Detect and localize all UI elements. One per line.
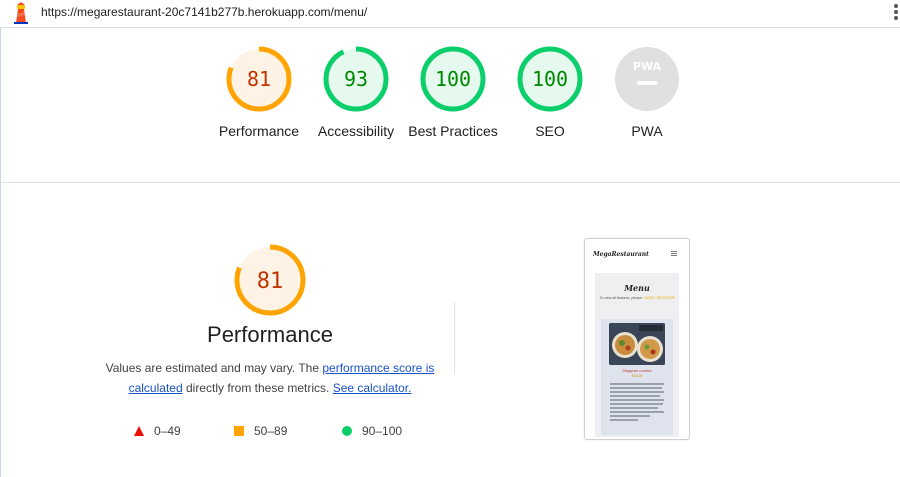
food-image (609, 323, 665, 365)
gauge-ring: 93 (323, 46, 389, 112)
screenshot-dish-price: €15.00 (631, 374, 643, 378)
panel-divider (454, 302, 455, 374)
gauge-ring: 81 (226, 46, 292, 112)
gauge-ring: 100 (517, 46, 583, 112)
gauge-label: PWA (631, 123, 663, 139)
svg-text:81: 81 (257, 269, 284, 294)
screenshot-heading: Menu (624, 283, 650, 293)
section-divider (0, 182, 900, 183)
screenshot-dish-card: Singapore noodles €15.00 (601, 319, 673, 435)
performance-gauge-ring: 81 (234, 244, 306, 316)
gauge-label: Accessibility (317, 123, 395, 139)
legend-range: 0–49 (154, 424, 181, 438)
gauge-label: Best Practices (408, 123, 498, 139)
gauge-seo[interactable]: 100 SEO (500, 46, 600, 141)
gauge-label: SEO (535, 123, 565, 139)
legend-pass: 90–100 (342, 424, 402, 438)
gauge-performance[interactable]: 81 Performance (209, 46, 309, 141)
performance-panel: 81 Performance Values are estimated and … (100, 240, 440, 398)
final-screenshot-thumbnail[interactable]: MegaRestaurant Menu To view all features… (584, 238, 690, 440)
gauge-pwa[interactable]: PWA PWA (597, 46, 697, 141)
see-calculator-link[interactable]: See calculator. (333, 381, 412, 395)
svg-text:PWA: PWA (633, 60, 662, 73)
subtitle-text: To view all features, please (599, 296, 643, 300)
performance-description: Values are estimated and may vary. The p… (100, 358, 440, 398)
legend-fail: 0–49 (134, 424, 181, 438)
screenshot-dish-name: Singapore noodles (622, 369, 652, 373)
legend-range: 50–89 (254, 424, 288, 438)
score-gauges: 81 Performance 93 Accessibility 100 Best… (0, 0, 900, 183)
svg-text:100: 100 (532, 67, 568, 91)
legend-average: 50–89 (234, 424, 287, 438)
pwa-badge-icon: PWA (615, 47, 679, 111)
dish-description-lines (610, 383, 664, 423)
gauge-accessibility[interactable]: 93 Accessibility (306, 46, 406, 141)
svg-text:93: 93 (344, 67, 368, 91)
screenshot-body: Menu To view all features, please LOGIN … (595, 273, 679, 437)
gauge-best-practices[interactable]: 100 Best Practices (403, 46, 503, 141)
hamburger-icon (671, 251, 677, 257)
score-legend: 0–49 50–89 90–100 (132, 424, 432, 440)
gauge-ring: 100 (420, 46, 486, 112)
screenshot-brand: MegaRestaurant (593, 251, 649, 258)
svg-text:100: 100 (435, 67, 471, 91)
subtitle-accent: LOGIN / REGISTER (642, 296, 675, 300)
triangle-icon (134, 426, 144, 436)
gauge-label: Performance (218, 123, 300, 139)
square-icon (234, 426, 244, 436)
legend-range: 90–100 (362, 424, 403, 438)
circle-icon (342, 426, 352, 436)
desc-text: Values are estimated and may vary. The (105, 361, 323, 375)
svg-text:81: 81 (247, 67, 271, 91)
screenshot-subtitle: To view all features, please LOGIN / REG… (599, 296, 675, 301)
performance-title: Performance (207, 322, 333, 347)
desc-text: directly from these metrics. (182, 381, 333, 395)
